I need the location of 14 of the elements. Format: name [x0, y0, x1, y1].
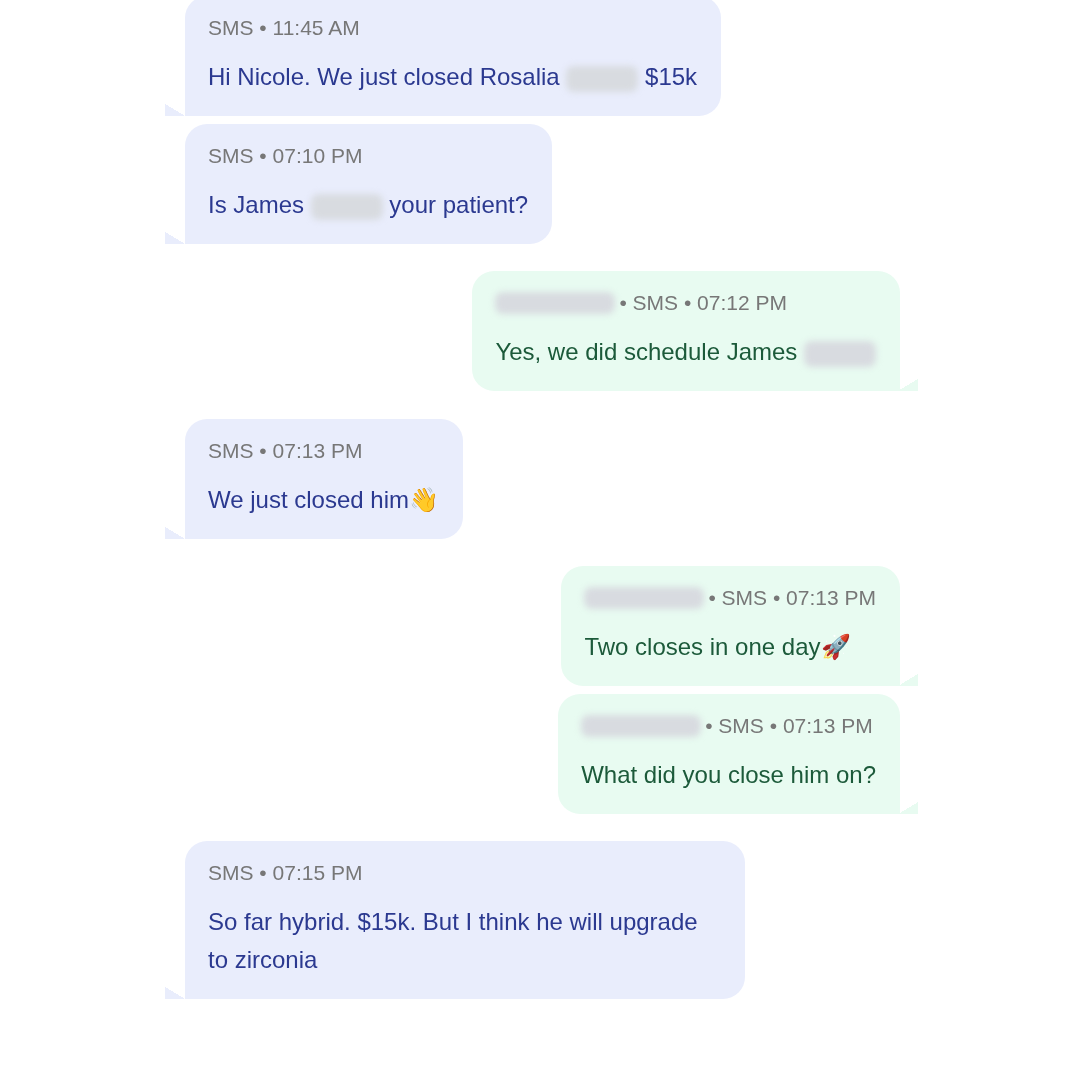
message-text: Yes, we did schedule James	[495, 333, 876, 371]
message-text: So far hybrid. $15k. But I think he will upgrade to zirconia	[208, 907, 699, 975]
message-meta: • SMS • 07:12 PM	[619, 291, 787, 315]
message-meta: SMS • 11:45 AM	[208, 16, 360, 40]
message-text: What did you close him on?	[581, 760, 876, 790]
message-meta: • SMS • 07:13 PM	[705, 714, 873, 738]
message-meta: SMS • 07:10 PM	[208, 144, 363, 168]
message-text: Is James your patient?	[208, 190, 529, 222]
message-text: Two closes in one day🚀	[584, 632, 852, 662]
message-meta: SMS • 07:15 PM	[208, 861, 363, 885]
message-text: We just closed him👋	[208, 485, 439, 515]
message-meta: SMS • 07:13 PM	[208, 439, 363, 463]
message-meta: • SMS • 07:13 PM	[708, 586, 876, 610]
message-text: Hi Nicole. We just closed Rosalia $15k	[208, 62, 698, 94]
